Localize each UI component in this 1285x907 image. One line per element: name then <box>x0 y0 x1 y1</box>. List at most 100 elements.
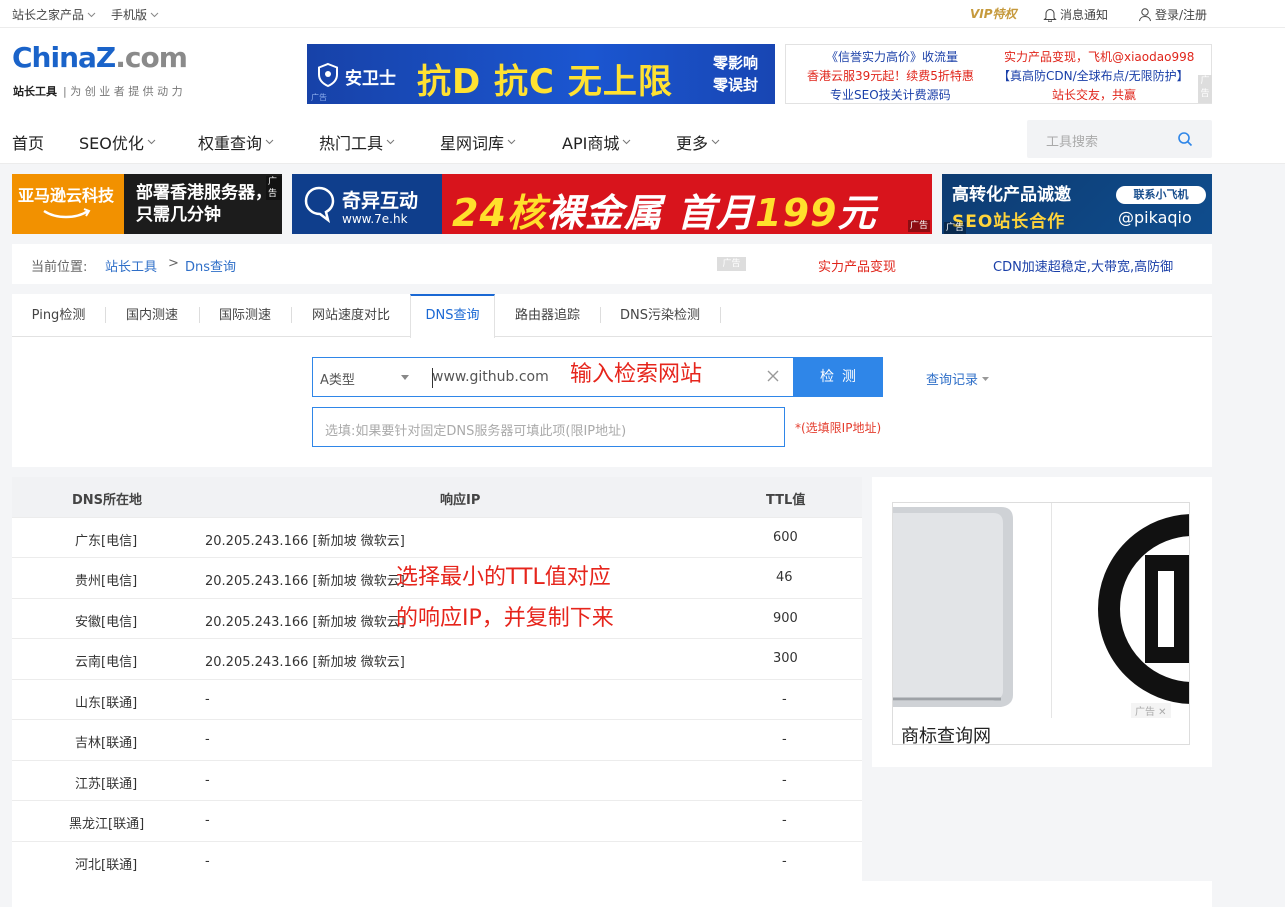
nav-home[interactable]: 首页 <box>12 130 44 154</box>
check-button[interactable]: 检测 <box>793 357 883 397</box>
row-ttl: - <box>782 732 787 747</box>
tab-intl-speed[interactable]: 国际测速 <box>199 294 291 337</box>
aws-banner-line1: 部署香港服务器， <box>136 183 272 203</box>
top-ad-brand: 安卫士 <box>345 69 396 89</box>
7e-banner-name: 奇异互动 <box>342 190 419 212</box>
notify-label: 消息通知 <box>1060 8 1109 22</box>
clear-icon[interactable] <box>766 369 780 383</box>
text-ad-link[interactable]: 站长交友，共赢 <box>1052 86 1136 103</box>
row-ip: - <box>205 692 210 707</box>
nav-label: 星网词库 <box>440 134 505 153</box>
ad-tag: 广告 <box>266 176 282 200</box>
dns-server-note: *(选填限IP地址) <box>795 421 882 435</box>
chevron-down-icon <box>622 139 631 145</box>
row-ip: 20.205.243.166 [新加坡 微软云] <box>205 534 405 549</box>
tab-traceroute[interactable]: 路由器追踪 <box>495 294 600 337</box>
text-ad-link[interactable]: 【真高防CDN/全球布点/无限防护】 <box>998 67 1189 84</box>
products-menu-label: 站长之家产品 <box>12 8 85 22</box>
mobile-menu-label: 手机版 <box>111 8 148 22</box>
notify-link[interactable]: 消息通知 <box>1043 6 1108 23</box>
7e-slogan-part2: 裸金属 首月 <box>545 191 756 234</box>
caret-down-icon <box>982 376 990 381</box>
chinaz-logo[interactable]: ChinaZ.com <box>12 41 188 74</box>
tab-ping[interactable]: Ping检测 <box>12 294 105 337</box>
vip-link[interactable]: VIP特权 <box>970 5 1017 22</box>
7e-banner-url: www.7e.hk <box>342 212 408 226</box>
annotation-pick-line2: 的响应IP，并复制下来 <box>396 606 614 631</box>
tab-divider <box>720 307 721 323</box>
row-ttl: - <box>782 813 787 828</box>
annotation-input-hint: 输入检索网站 <box>570 362 703 387</box>
logo-sub-text: | 为 创 业 者 提 供 动 力 <box>63 85 183 98</box>
text-ad-link[interactable]: 香港云服39元起！续费5折特惠 <box>807 67 974 84</box>
bell-icon <box>1043 9 1057 22</box>
text-ad-mark: 广告 <box>1198 75 1212 103</box>
text-ad-link[interactable]: 专业SEO技关计费源码 <box>830 86 951 103</box>
mobile-menu[interactable]: 手机版 <box>111 6 159 23</box>
nav-label: 首页 <box>12 134 45 153</box>
nav-weight[interactable]: 权重查询 <box>198 130 274 154</box>
top-ad-side1: 零影响 <box>713 54 759 72</box>
nav-label: 权重查询 <box>198 134 263 153</box>
row-ttl: 46 <box>776 570 793 585</box>
row-ttl: 600 <box>773 530 798 545</box>
row-ip: - <box>205 813 210 828</box>
text-ad-link[interactable]: 《信誉实力高价》收流量 <box>826 48 958 65</box>
telegram-handle: @pikaqio <box>1118 208 1192 227</box>
login-link[interactable]: 登录/注册 <box>1138 6 1207 23</box>
7e-banner[interactable]: 奇异互动 www.7e.hk 24核裸金属 首月199元 广告 <box>292 174 932 234</box>
tab-domestic-speed[interactable]: 国内测速 <box>105 294 199 337</box>
row-ip: - <box>205 854 210 869</box>
logo-sub-bold: 站长工具 <box>13 85 57 98</box>
breadcrumb-promo1[interactable]: 实力产品变现 <box>818 256 896 275</box>
row-location: 山东[联通] <box>75 696 138 711</box>
side-ad-mark: 广告 ✕ <box>1131 703 1171 718</box>
text-ad-link[interactable]: 实力产品变现，飞机@xiaodao998 <box>1004 48 1194 65</box>
row-location: 广东[电信] <box>75 534 138 549</box>
7e-slogan-part1: 24核 <box>452 191 546 234</box>
nav-api[interactable]: API商城 <box>562 130 631 154</box>
nav-label: 更多 <box>676 134 709 153</box>
seo-partner-banner[interactable]: 高转化产品诚邀 SEO站长合作 联系小飞机 @pikaqio 广告 <box>942 174 1212 234</box>
text-cursor <box>432 368 433 388</box>
side-ad-mark-label: 广告 <box>1135 707 1155 718</box>
table-row: 河北[联通] - - <box>12 841 862 881</box>
text-ad-block: 《信誉实力高价》收流量 实力产品变现，飞机@xiaodao998 香港云服39元… <box>785 44 1212 104</box>
row-location: 云南[电信] <box>75 655 138 670</box>
search-icon[interactable] <box>1177 131 1193 147</box>
table-row: 云南[电信] 20.205.243.166 [新加坡 微软云] 300 <box>12 638 862 678</box>
tab-speed-compare[interactable]: 网站速度对比 <box>291 294 411 337</box>
top-ad-banner[interactable]: 安卫士 抗D 抗C 无上限 零影响 零误封 广告 <box>307 44 775 104</box>
tab-dns-pollution[interactable]: DNS污染检测 <box>600 294 720 337</box>
nav-seo[interactable]: SEO优化 <box>79 130 156 154</box>
nav-more[interactable]: 更多 <box>676 130 720 154</box>
row-location: 河北[联通] <box>75 858 138 873</box>
ad-tag: 广告 <box>944 222 967 234</box>
chevron-down-icon <box>150 12 159 17</box>
chevron-down-icon <box>386 139 395 145</box>
table-row: 山东[联通] - - <box>12 679 862 719</box>
nav-hot-tools[interactable]: 热门工具 <box>319 130 395 154</box>
tool-search-input[interactable]: 工具搜索 <box>1027 120 1212 158</box>
aws-banner-brand: 亚马逊云科技 <box>18 186 115 205</box>
row-location: 贵州[电信] <box>75 574 138 589</box>
col-ttl: TTL值 <box>766 493 806 508</box>
record-type-select[interactable]: A类型 <box>312 357 418 397</box>
nav-words[interactable]: 星网词库 <box>440 130 516 154</box>
chevron-down-icon <box>265 139 274 145</box>
breadcrumb-link-tools[interactable]: 站长工具 <box>105 256 157 275</box>
breadcrumb-ad-mark: 广告 <box>717 257 746 271</box>
breadcrumb-link-dns[interactable]: Dns查询 <box>185 256 236 275</box>
tool-search-placeholder: 工具搜索 <box>1046 135 1099 150</box>
trademark-ad-caption[interactable]: 商标查询网 <box>901 722 991 748</box>
products-menu[interactable]: 站长之家产品 <box>12 6 96 23</box>
row-ip: 20.205.243.166 [新加坡 微软云] <box>205 615 405 630</box>
aws-banner-text: 部署香港服务器， 只需几分钟 <box>136 182 272 226</box>
aws-banner[interactable]: 亚马逊云科技 部署香港服务器， 只需几分钟 广告 <box>12 174 282 234</box>
dns-server-input[interactable]: 选填:如果要针对固定DNS服务器可填此项(限IP地址) <box>312 407 785 447</box>
breadcrumb-promo2[interactable]: CDN加速超稳定,大带宽,高防御 <box>993 256 1173 275</box>
ad-tag: 广告 <box>908 220 931 232</box>
query-history-link[interactable]: 查询记录 <box>926 369 990 388</box>
tab-dns[interactable]: DNS查询 <box>410 294 495 338</box>
logo-part2: Z <box>95 41 116 74</box>
